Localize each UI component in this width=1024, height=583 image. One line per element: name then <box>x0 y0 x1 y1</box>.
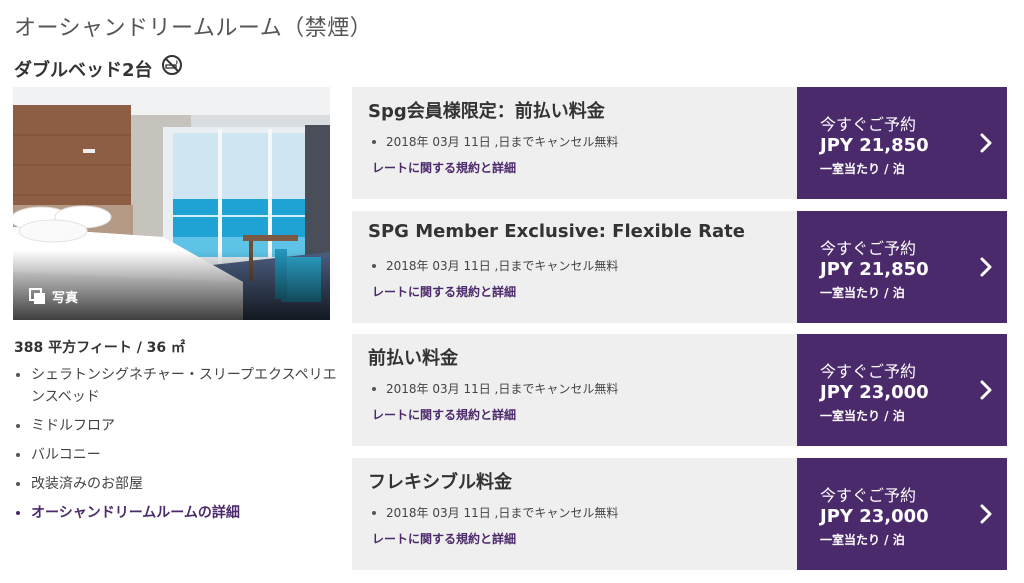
cancellation-text: 2018年 03月 11日 ,日までキャンセル無料 <box>386 506 619 520</box>
book-now-label: 今すぐご予約 <box>820 115 917 134</box>
photo-gallery-label[interactable]: 写真 <box>29 287 78 306</box>
rate-price: JPY 21,850 <box>820 259 929 280</box>
book-now-label: 今すぐご予約 <box>820 486 917 505</box>
price-unit: 一室当たり / 泊 <box>820 286 905 300</box>
price-unit: 一室当たり / 泊 <box>820 533 905 547</box>
price-unit: 一室当たり / 泊 <box>820 409 905 423</box>
gallery-icon <box>29 288 46 305</box>
rate-terms-link[interactable]: レートに関する規約と詳細 <box>372 406 516 423</box>
rate-price: JPY 23,000 <box>820 382 929 403</box>
price-unit: 一室当たり / 泊 <box>820 162 905 176</box>
chevron-right-icon <box>980 257 992 277</box>
rate-name: 前払い料金 <box>368 348 458 369</box>
rate-info: フレキシブル料金 2018年 03月 11日 ,日までキャンセル無料 レートに関… <box>352 458 796 570</box>
bullet-icon <box>372 386 376 391</box>
rate-info: SPG Member Exclusive: Flexible Rate 2018… <box>352 211 796 323</box>
book-now-label: 今すぐご予約 <box>820 362 917 381</box>
rate-terms-link[interactable]: レートに関する規約と詳細 <box>372 530 516 547</box>
feature-item: 改装済みのお部屋 <box>14 473 344 495</box>
cancellation-policy: 2018年 03月 11日 ,日までキャンセル無料 <box>372 257 618 274</box>
book-now-button[interactable]: 今すぐご予約 JPY 23,000 一室当たり / 泊 <box>797 458 1007 570</box>
rate-price: JPY 21,850 <box>820 135 929 156</box>
room-photo[interactable]: 写真 <box>13 87 330 320</box>
room-size: 388 平方フィート / 36 ㎡ <box>14 340 186 356</box>
rate-name: SPG Member Exclusive: Flexible Rate <box>368 221 745 242</box>
bed-line: ダブルベッド2台 <box>14 54 183 84</box>
rate-card: SPG Member Exclusive: Flexible Rate 2018… <box>352 211 1007 323</box>
cancellation-policy: 2018年 03月 11日 ,日までキャンセル無料 <box>372 504 618 521</box>
chevron-right-icon <box>980 133 992 153</box>
rate-info: Spg会員様限定：前払い料金 2018年 03月 11日 ,日までキャンセル無料… <box>352 87 796 199</box>
no-smoking-icon <box>161 54 183 76</box>
room-features-list: シェラトンシグネチャー・スリープエクスペリエンスベッド ミドルフロア バルコニー… <box>14 364 344 531</box>
feature-item: バルコニー <box>14 444 344 466</box>
rate-terms-link[interactable]: レートに関する規約と詳細 <box>372 159 516 176</box>
rate-card: フレキシブル料金 2018年 03月 11日 ,日までキャンセル無料 レートに関… <box>352 458 1007 570</box>
chevron-right-icon <box>980 504 992 524</box>
photo-label-text: 写真 <box>52 291 79 306</box>
rate-name: フレキシブル料金 <box>368 472 512 493</box>
rate-card: Spg会員様限定：前払い料金 2018年 03月 11日 ,日までキャンセル無料… <box>352 87 1007 199</box>
rate-card: 前払い料金 2018年 03月 11日 ,日までキャンセル無料 レートに関する規… <box>352 334 1007 446</box>
book-now-button[interactable]: 今すぐご予約 JPY 23,000 一室当たり / 泊 <box>797 334 1007 446</box>
feature-item: ミドルフロア <box>14 415 344 437</box>
cancellation-policy: 2018年 03月 11日 ,日までキャンセル無料 <box>372 133 618 150</box>
cancellation-text: 2018年 03月 11日 ,日までキャンセル無料 <box>386 135 619 149</box>
room-details-link[interactable]: オーシャンドリームルームの詳細 <box>14 502 344 524</box>
bullet-icon <box>372 510 376 515</box>
book-now-button[interactable]: 今すぐご予約 JPY 21,850 一室当たり / 泊 <box>797 87 1007 199</box>
bullet-icon <box>372 139 376 144</box>
photo-gradient-overlay <box>13 250 330 320</box>
rate-terms-link[interactable]: レートに関する規約と詳細 <box>372 283 516 300</box>
bed-type: ダブルベッド2台 <box>14 60 153 81</box>
rate-price: JPY 23,000 <box>820 506 929 527</box>
feature-item: シェラトンシグネチャー・スリープエクスペリエンスベッド <box>14 364 344 408</box>
book-now-button[interactable]: 今すぐご予約 JPY 21,850 一室当たり / 泊 <box>797 211 1007 323</box>
chevron-right-icon <box>980 380 992 400</box>
cancellation-policy: 2018年 03月 11日 ,日までキャンセル無料 <box>372 380 618 397</box>
bullet-icon <box>372 263 376 268</box>
book-now-label: 今すぐご予約 <box>820 239 917 258</box>
cancellation-text: 2018年 03月 11日 ,日までキャンセル無料 <box>386 382 619 396</box>
rate-info: 前払い料金 2018年 03月 11日 ,日までキャンセル無料 レートに関する規… <box>352 334 796 446</box>
rate-name: Spg会員様限定：前払い料金 <box>368 101 605 122</box>
cancellation-text: 2018年 03月 11日 ,日までキャンセル無料 <box>386 259 619 273</box>
room-title: オーシャンドリームルーム（禁煙） <box>14 16 373 41</box>
